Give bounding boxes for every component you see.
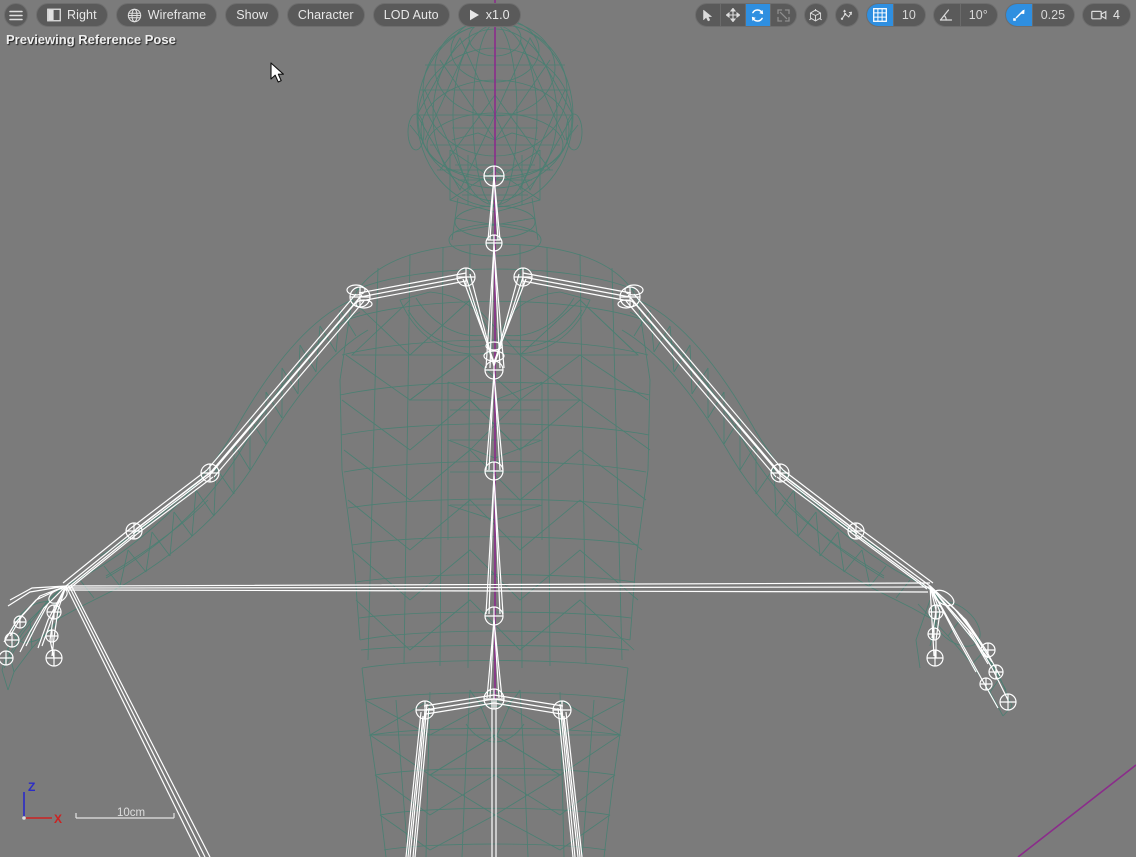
grid-snap-control[interactable]: 10 bbox=[865, 3, 926, 27]
viewport-layout-icon bbox=[47, 8, 61, 22]
grid-snap-value[interactable]: 10 bbox=[894, 9, 925, 22]
root-axis-line bbox=[494, 0, 1136, 857]
camera-speed-control[interactable]: 4 bbox=[1082, 3, 1131, 27]
shading-mode-button[interactable]: Wireframe bbox=[115, 3, 218, 27]
character-menu-label: Character bbox=[297, 7, 354, 22]
scale-snap-value[interactable]: 0.25 bbox=[1033, 9, 1074, 22]
viewport-toolbar-right[interactable]: 10 10° 0.25 4 bbox=[694, 3, 1131, 27]
mesh-arm-right bbox=[621, 299, 1013, 717]
scale-diagonal-icon bbox=[1012, 9, 1025, 21]
play-icon bbox=[469, 9, 479, 21]
view-mode-label: Right bbox=[67, 7, 97, 22]
viewport-toolbar-left[interactable]: Right Wireframe Show Character LOD Auto bbox=[4, 3, 521, 27]
bone-hand-right bbox=[926, 585, 1017, 711]
scale-corners-icon bbox=[777, 8, 790, 22]
scale-snap-toggle[interactable] bbox=[1005, 4, 1033, 26]
playback-speed-button[interactable]: x1.0 bbox=[457, 3, 521, 27]
scale-tool-button[interactable] bbox=[771, 4, 796, 26]
angle-snap-value[interactable]: 10° bbox=[961, 9, 997, 22]
hamburger-menu-icon bbox=[9, 10, 23, 20]
scale-snap-control[interactable]: 0.25 bbox=[1004, 3, 1076, 27]
shading-mode-label: Wireframe bbox=[147, 7, 207, 22]
transform-gizmo-group[interactable] bbox=[694, 3, 797, 27]
show-menu-label: Show bbox=[236, 7, 268, 22]
show-menu-button[interactable]: Show bbox=[225, 3, 279, 27]
playback-speed-label: x1.0 bbox=[485, 7, 510, 22]
camera-icon bbox=[1091, 10, 1107, 20]
translate-tool-button[interactable] bbox=[721, 4, 746, 26]
rotate-tool-button[interactable] bbox=[745, 4, 771, 26]
angle-snap-toggle[interactable] bbox=[934, 4, 961, 26]
axis-z-label: Z bbox=[28, 780, 35, 794]
viewport-menu-button[interactable] bbox=[4, 3, 28, 27]
skeleton-bones bbox=[0, 165, 1017, 857]
grid-icon bbox=[872, 8, 887, 22]
surface-snap-button[interactable] bbox=[834, 3, 859, 27]
viewport-3d[interactable]: Right Wireframe Show Character LOD Auto bbox=[0, 0, 1136, 857]
lod-menu-label: LOD Auto bbox=[383, 7, 439, 22]
viewport-scale-bar: 10cm bbox=[74, 802, 189, 829]
wireframe-globe-icon bbox=[127, 8, 141, 22]
mouse-pointer bbox=[270, 62, 286, 89]
angle-icon bbox=[940, 9, 953, 21]
character-menu-button[interactable]: Character bbox=[286, 3, 365, 27]
character-wireframe-mesh bbox=[1, 17, 1013, 857]
cursor-arrow-icon bbox=[703, 8, 713, 21]
scene-render bbox=[0, 0, 1136, 857]
axis-z: Z bbox=[23, 780, 35, 818]
axis-orientation-gizmo: Z X bbox=[18, 780, 74, 829]
axis-x: X bbox=[24, 812, 62, 826]
rotate-arrows-icon bbox=[752, 8, 764, 22]
grid-snap-toggle[interactable] bbox=[866, 4, 894, 26]
bone-hand-left bbox=[0, 585, 68, 667]
surface-snap-icon bbox=[841, 9, 853, 20]
bone-arm-right bbox=[522, 272, 1017, 711]
scale-bar-label: 10cm bbox=[117, 807, 145, 819]
skeletal-mesh-render bbox=[0, 0, 1136, 857]
preview-status-text: Previewing Reference Pose bbox=[6, 32, 176, 47]
view-mode-button[interactable]: Right bbox=[36, 3, 108, 27]
lod-menu-button[interactable]: LOD Auto bbox=[372, 3, 450, 27]
axis-x-label: X bbox=[54, 812, 62, 824]
move-arrows-icon bbox=[725, 8, 740, 22]
select-tool-button[interactable] bbox=[696, 4, 721, 26]
coordinate-system-button[interactable] bbox=[803, 3, 828, 27]
bone-arm-left bbox=[0, 272, 931, 857]
world-coordinate-icon bbox=[809, 8, 823, 21]
camera-speed-value[interactable]: 4 bbox=[1113, 8, 1120, 22]
angle-snap-control[interactable]: 10° bbox=[932, 3, 998, 27]
